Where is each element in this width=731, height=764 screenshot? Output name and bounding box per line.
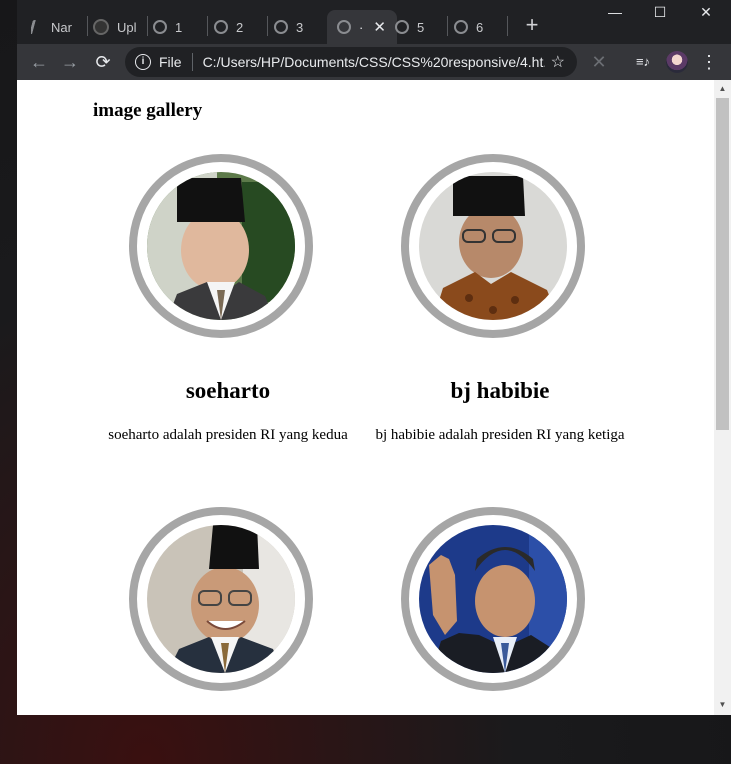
globe-icon	[214, 20, 228, 34]
url-scheme: File	[159, 54, 182, 70]
profile-avatar[interactable]	[666, 51, 688, 73]
omnibox-divider	[191, 53, 193, 71]
tab-active[interactable]: · ✕	[327, 10, 397, 44]
card-description: soeharto adalah presiden RI yang kedua	[108, 427, 348, 443]
card-name: bj habibie	[450, 378, 550, 403]
globe-icon	[337, 20, 351, 34]
portrait-image	[147, 172, 295, 320]
card-name: soeharto	[185, 378, 271, 403]
tab-5[interactable]: 5	[395, 10, 445, 44]
tab-label: 2	[236, 19, 244, 35]
tab-separator	[87, 16, 88, 36]
menu-icon[interactable]: ⋮	[697, 50, 721, 74]
tab-label: 3	[296, 19, 304, 35]
vertical-scrollbar[interactable]: ▲ ▼	[714, 80, 731, 715]
back-button[interactable]: ←	[28, 51, 50, 73]
photo-frame	[401, 507, 585, 691]
tab-3[interactable]: 3	[274, 10, 324, 44]
info-icon[interactable]: i	[135, 54, 151, 70]
tab-separator	[447, 16, 448, 36]
globe-icon	[153, 20, 167, 34]
globe-icon	[454, 20, 468, 34]
forward-button[interactable]: →	[59, 51, 81, 73]
tab-1[interactable]: 1	[153, 10, 203, 44]
github-icon	[93, 19, 109, 35]
maximize-button[interactable]: ☐	[645, 4, 675, 21]
globe-icon	[395, 20, 409, 34]
new-tab-button[interactable]: +	[520, 12, 544, 38]
bookmark-star-icon[interactable]: ☆	[551, 52, 565, 72]
photo-frame	[129, 507, 313, 691]
scroll-down-icon[interactable]: ▼	[714, 700, 731, 709]
url-text[interactable]: C:/Users/HP/Documents/CSS/CSS%20responsi…	[203, 54, 545, 70]
tab-label: 5	[417, 19, 425, 35]
close-window-button[interactable]: ✕	[691, 4, 721, 21]
page-title: image gallery	[93, 100, 203, 121]
tab-2[interactable]: 2	[214, 10, 264, 44]
scrollbar-thumb[interactable]	[716, 98, 729, 430]
tab-label: Upl	[117, 19, 137, 35]
tab-label: Nar	[51, 19, 72, 35]
photo-frame	[401, 154, 585, 338]
tab-6[interactable]: 6	[454, 10, 504, 44]
tab-separator	[147, 16, 148, 36]
card-description: bj habibie adalah presiden RI yang ketig…	[375, 427, 625, 443]
tab-label: 6	[476, 19, 484, 35]
tab-separator	[267, 16, 268, 36]
page-viewport: image gallery soeharto soeharto adalah p…	[17, 80, 714, 715]
minimize-button[interactable]: —	[600, 4, 630, 20]
photo-frame	[129, 154, 313, 338]
media-control-icon[interactable]: ≡♪	[631, 50, 655, 74]
tab-upl[interactable]: Upl	[93, 10, 141, 44]
tab-strip: Nar Upl 1 2 3 · ✕ 5 6 + — ☐ ✕	[17, 0, 731, 44]
extension-x-icon[interactable]: ✕	[587, 50, 611, 74]
portrait-image	[419, 525, 567, 673]
browser-toolbar: ← → ⟳ i File C:/Users/HP/Documents/CSS/C…	[17, 44, 731, 80]
tab-separator	[507, 16, 508, 36]
portrait-image	[419, 172, 567, 320]
globe-icon	[274, 20, 288, 34]
browser-window: Nar Upl 1 2 3 · ✕ 5 6 + — ☐ ✕ ← → ⟳ i Fi…	[17, 0, 731, 715]
close-tab-icon[interactable]: ✕	[373, 18, 386, 36]
address-bar[interactable]: i File C:/Users/HP/Documents/CSS/CSS%20r…	[125, 47, 577, 77]
tab-separator	[207, 16, 208, 36]
document-icon	[31, 20, 45, 34]
tab-label: ·	[359, 19, 364, 35]
tab-label: 1	[175, 19, 183, 35]
portrait-image	[147, 525, 295, 673]
tab-nar[interactable]: Nar	[31, 10, 79, 44]
scroll-up-icon[interactable]: ▲	[714, 84, 731, 93]
reload-button[interactable]: ⟳	[92, 51, 114, 73]
